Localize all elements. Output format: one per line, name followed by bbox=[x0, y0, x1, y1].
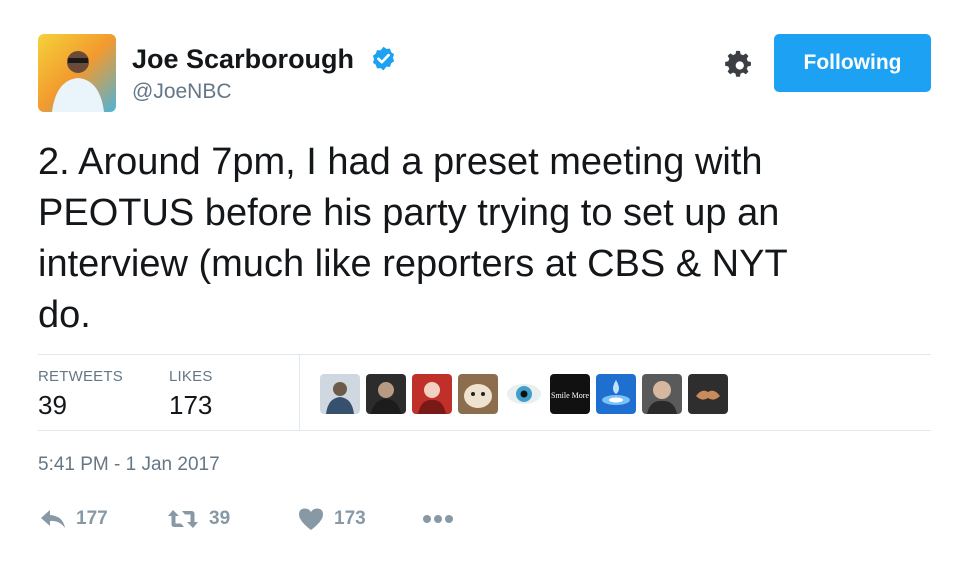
likes-label[interactable]: LIKES bbox=[169, 368, 213, 385]
tweet-text: 2. Around 7pm, I had a preset meeting wi… bbox=[38, 137, 938, 341]
tweet-card: Joe Scarborough @JoeNBC Following 2. Aro… bbox=[0, 0, 980, 575]
following-button[interactable]: Following bbox=[774, 34, 931, 92]
user-handle[interactable]: @JoeNBC bbox=[132, 80, 232, 104]
gear-icon[interactable] bbox=[723, 49, 756, 82]
liker-avatars: Smile More bbox=[320, 374, 728, 414]
liker-avatar[interactable] bbox=[412, 374, 452, 414]
retweets-label[interactable]: RETWEETS bbox=[38, 368, 123, 385]
retweets-count[interactable]: 39 bbox=[38, 390, 67, 421]
reply-icon bbox=[41, 510, 65, 528]
liker-avatar-text: Smile More bbox=[551, 391, 589, 400]
retweet-icon bbox=[168, 510, 198, 528]
reply-button[interactable]: 177 bbox=[40, 505, 108, 533]
tweet-text-line: interview (much like reporters at CBS & … bbox=[38, 243, 788, 285]
reply-count: 177 bbox=[76, 508, 108, 529]
display-name[interactable]: Joe Scarborough bbox=[132, 44, 354, 75]
divider-vertical bbox=[299, 354, 300, 430]
retweet-count: 39 bbox=[209, 508, 231, 529]
profile-photo-icon bbox=[38, 34, 116, 112]
liker-avatar[interactable] bbox=[320, 374, 360, 414]
like-count: 173 bbox=[334, 508, 366, 529]
liker-avatar[interactable] bbox=[642, 374, 682, 414]
liker-avatar[interactable] bbox=[596, 374, 636, 414]
liker-avatar[interactable] bbox=[504, 374, 544, 414]
like-button[interactable]: 173 bbox=[298, 505, 366, 533]
liker-avatar[interactable] bbox=[458, 374, 498, 414]
divider bbox=[38, 430, 931, 431]
more-dots-icon bbox=[423, 515, 453, 523]
divider bbox=[38, 354, 931, 355]
avatar[interactable] bbox=[38, 34, 116, 112]
tweet-text-line: PEOTUS before his party trying to set up… bbox=[38, 192, 780, 234]
retweet-button[interactable]: 39 bbox=[167, 505, 230, 533]
tweet-text-line: do. bbox=[38, 294, 91, 336]
more-button[interactable] bbox=[422, 505, 454, 533]
tweet-text-line: 2. Around 7pm, I had a preset meeting wi… bbox=[38, 141, 763, 183]
verified-badge-icon bbox=[372, 46, 395, 71]
likes-count[interactable]: 173 bbox=[169, 390, 212, 421]
liker-avatar[interactable] bbox=[366, 374, 406, 414]
timestamp[interactable]: 5:41 PM - 1 Jan 2017 bbox=[38, 454, 220, 476]
heart-icon bbox=[299, 508, 323, 530]
liker-avatar[interactable]: Smile More bbox=[550, 374, 590, 414]
liker-avatar[interactable] bbox=[688, 374, 728, 414]
